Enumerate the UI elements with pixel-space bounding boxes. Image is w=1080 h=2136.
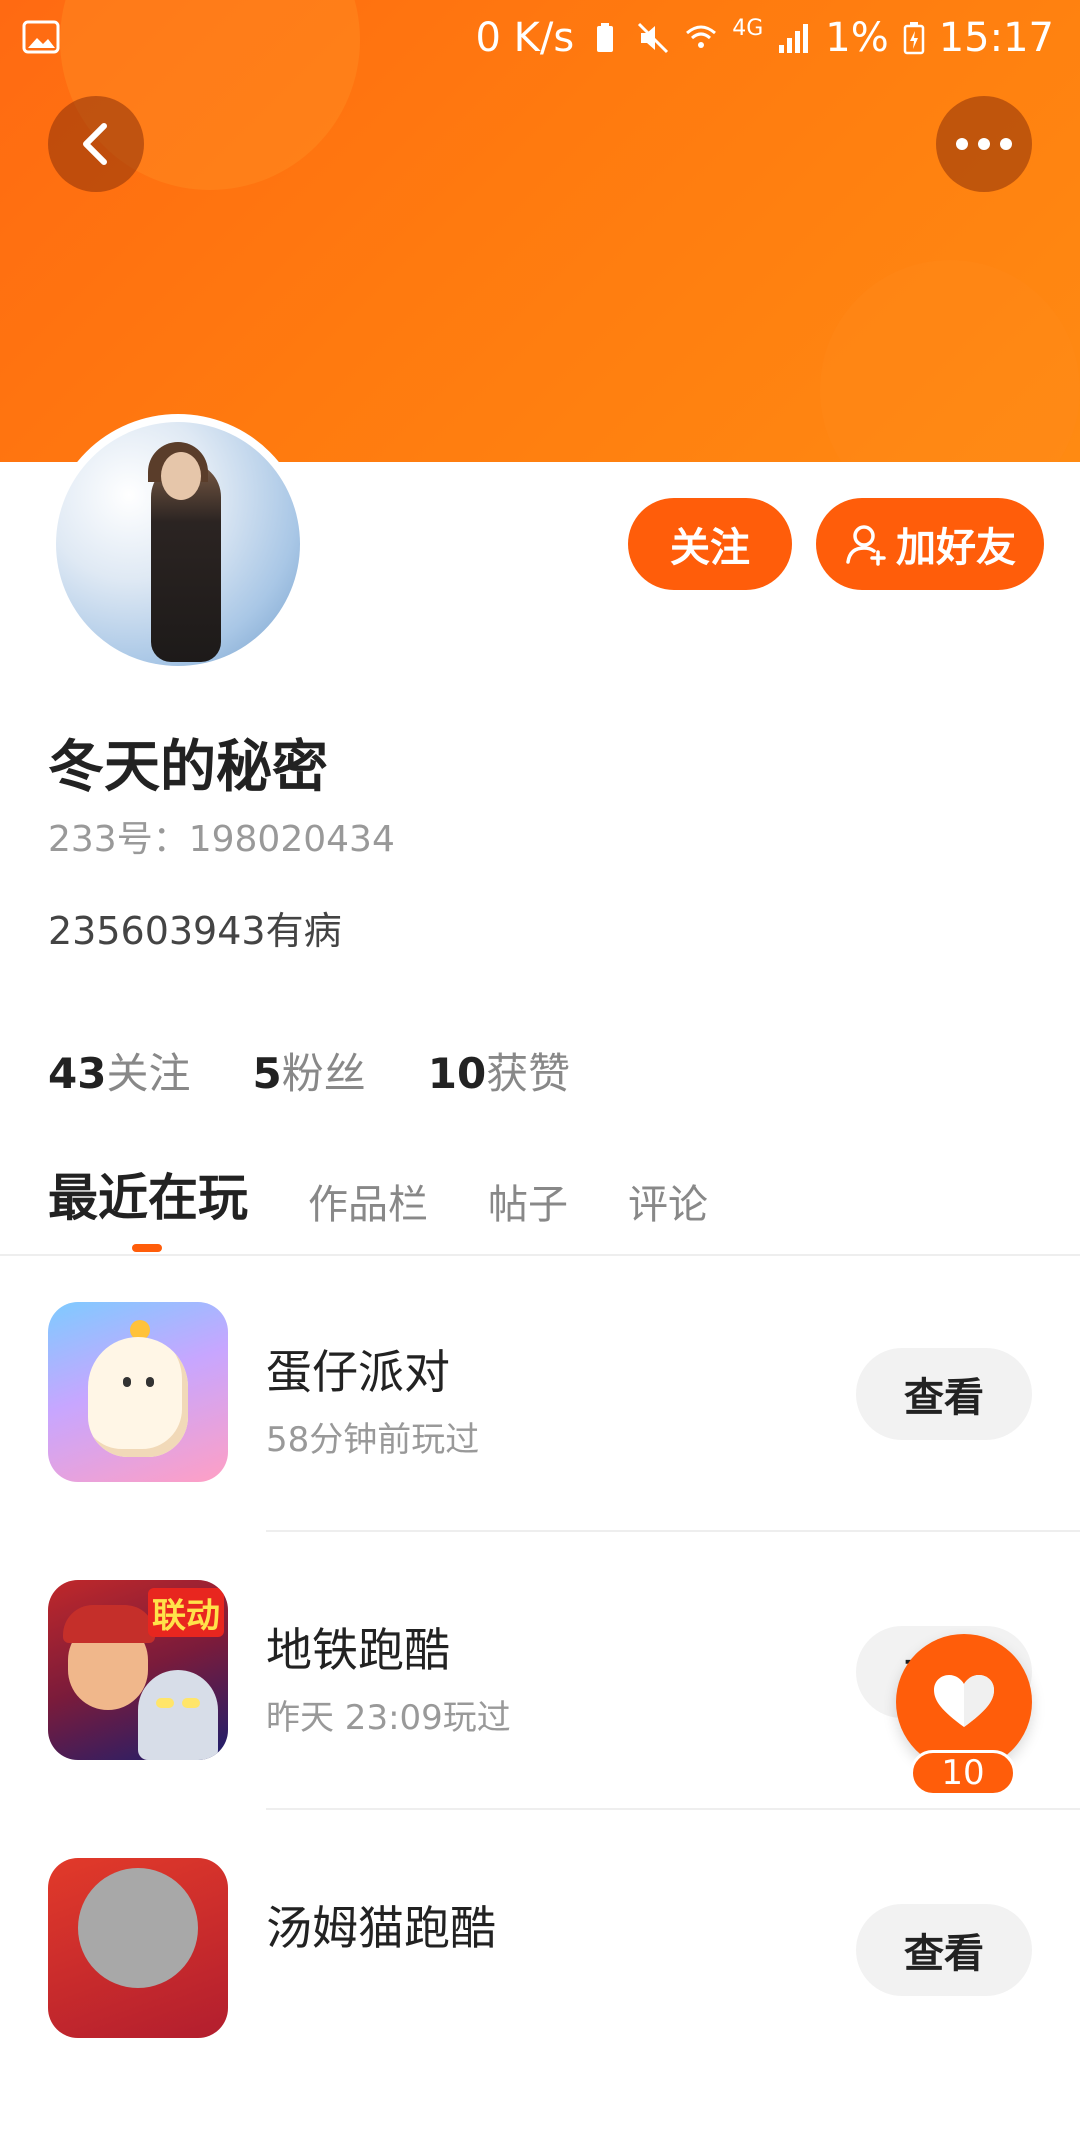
icon-badge: 联动 xyxy=(148,1588,224,1637)
divider xyxy=(266,1530,1080,1532)
signal-icon xyxy=(779,24,809,53)
back-button[interactable] xyxy=(48,96,144,192)
game-icon-eggy-party xyxy=(48,1302,228,1482)
add-friend-label: 加好友 xyxy=(896,525,1016,571)
view-button[interactable]: 查看 xyxy=(856,1348,1032,1440)
mute-icon xyxy=(638,22,669,54)
add-user-icon xyxy=(846,525,886,566)
game-icon-tom-cat-run xyxy=(48,1858,228,2038)
game-name: 地铁跑酷 xyxy=(266,1623,450,1677)
tab-recent[interactable]: 最近在玩 xyxy=(48,1158,248,1230)
status-bar: 0 K/s 4G 1% 15:17 xyxy=(0,0,1080,76)
tab-comments[interactable]: 评论 xyxy=(628,1172,708,1230)
profile-stats: 43关注 5粉丝 10获赞 xyxy=(48,1040,570,1101)
follow-label: 关注 xyxy=(670,525,750,571)
battery-saver-icon xyxy=(597,23,614,52)
stat-label: 获赞 xyxy=(486,1049,571,1098)
divider xyxy=(0,1254,1080,1256)
game-name: 汤姆猫跑酷 xyxy=(266,1901,496,1955)
chevron-left-icon xyxy=(83,123,107,165)
follow-button[interactable]: 关注 xyxy=(628,498,792,590)
like-count: 10 xyxy=(910,1750,1016,1796)
profile-tabs: 最近在玩 作品栏 帖子 评论 xyxy=(48,1158,708,1230)
battery-percent: 1% xyxy=(825,15,889,61)
stat-label: 粉丝 xyxy=(281,1049,366,1098)
stat-fans[interactable]: 5粉丝 xyxy=(252,1040,365,1101)
username: 冬天的秘密 xyxy=(48,735,328,800)
stat-likes[interactable]: 10获赞 xyxy=(428,1040,570,1101)
view-button[interactable]: 查看 xyxy=(856,1904,1032,1996)
more-horizontal-icon xyxy=(956,138,1012,150)
tab-works[interactable]: 作品栏 xyxy=(308,1172,428,1230)
battery-icon xyxy=(903,22,924,55)
more-button[interactable] xyxy=(936,96,1032,192)
game-name: 蛋仔派对 xyxy=(266,1345,450,1399)
game-list-item[interactable]: 汤姆猫跑酷 查看 xyxy=(0,1858,1080,2136)
stat-value: 10 xyxy=(427,1049,487,1098)
avatar-image xyxy=(56,422,300,666)
add-friend-button[interactable]: 加好友 xyxy=(816,498,1044,590)
avatar[interactable] xyxy=(48,414,308,674)
stat-value: 43 xyxy=(48,1049,107,1098)
stat-value: 5 xyxy=(252,1049,282,1098)
network-type: 4G xyxy=(732,16,764,41)
user-bio: 235603943有病 xyxy=(48,909,342,953)
stat-label: 关注 xyxy=(106,1049,191,1098)
stat-following[interactable]: 43关注 xyxy=(48,1040,190,1101)
banner-decoration xyxy=(820,260,1080,462)
game-icon-subway-surfers: 联动 xyxy=(48,1580,228,1760)
network-speed: 0 K/s xyxy=(475,15,575,61)
clock: 15:17 xyxy=(938,15,1054,61)
tab-indicator xyxy=(132,1244,162,1252)
game-last-played: 昨天 23:09玩过 xyxy=(266,1698,511,1738)
wifi-icon xyxy=(686,25,717,48)
gallery-icon xyxy=(22,20,60,54)
divider xyxy=(266,1808,1080,1810)
tab-posts[interactable]: 帖子 xyxy=(488,1172,568,1230)
game-list-item[interactable]: 蛋仔派对 58分钟前玩过 查看 xyxy=(0,1302,1080,1580)
user-id: 233号：198020434 xyxy=(48,819,395,860)
heart-icon xyxy=(934,1675,994,1727)
game-last-played: 58分钟前玩过 xyxy=(266,1420,480,1460)
